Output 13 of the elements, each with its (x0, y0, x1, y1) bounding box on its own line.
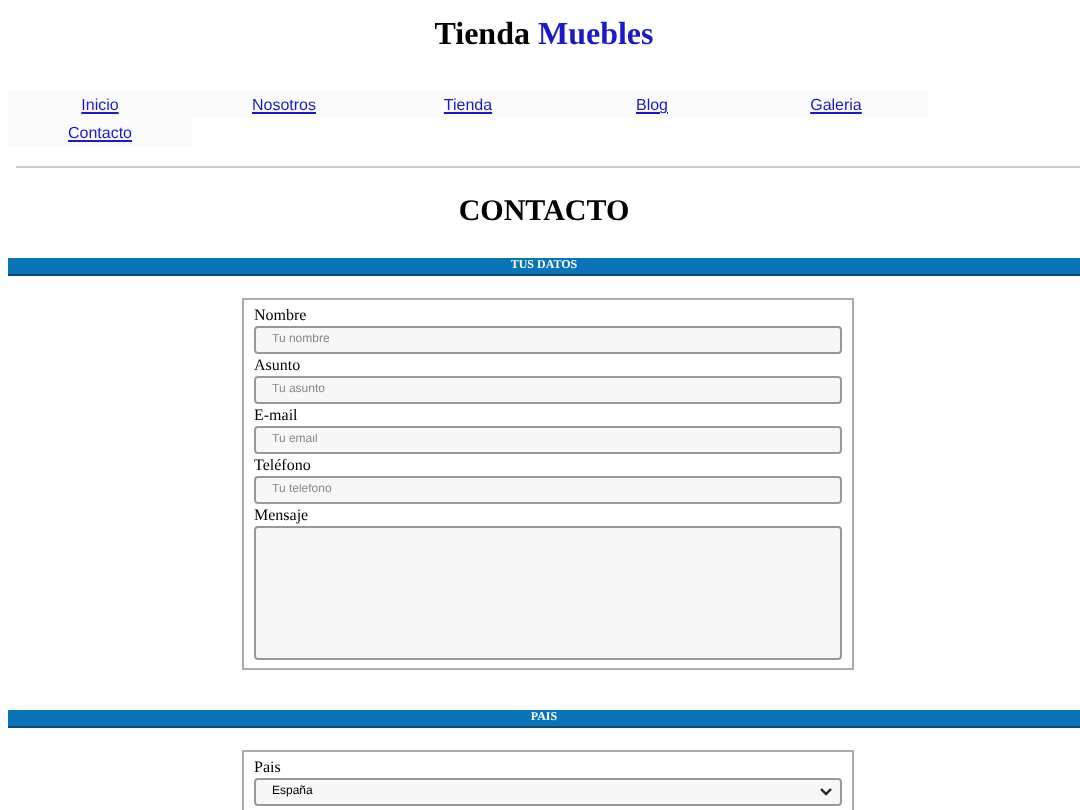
site-title: Tienda Muebles (432, 16, 656, 56)
nav-link[interactable]: Tienda (443, 96, 493, 116)
field-label: E-mail (254, 406, 300, 426)
field-label: Mensaje (254, 506, 311, 526)
field-label: Pais (254, 758, 283, 778)
nav-link[interactable]: Blog (635, 96, 668, 116)
page-heading: CONTACTO (456, 194, 632, 230)
field-label: Nombre (254, 306, 309, 326)
nav-link[interactable]: Inicio (81, 96, 119, 116)
field-label: Teléfono (254, 456, 313, 476)
chevron-icon (820, 788, 832, 796)
field-label: Asunto (254, 356, 303, 376)
message-field[interactable] (254, 526, 842, 660)
